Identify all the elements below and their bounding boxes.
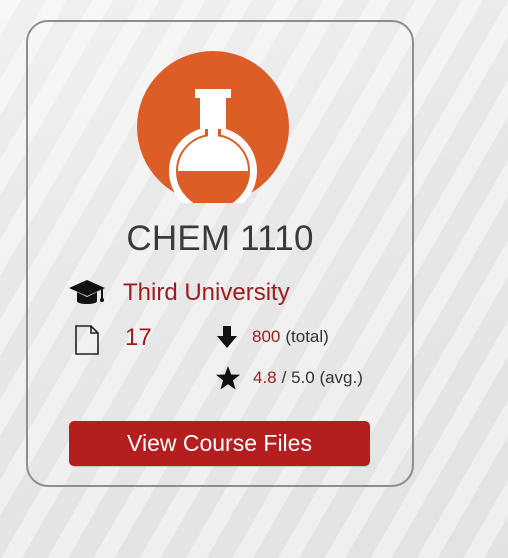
rating-row: 4.8 / 5.0 (avg.) — [215, 364, 363, 392]
graduation-cap-icon — [69, 280, 105, 304]
star-icon — [216, 366, 240, 390]
rating-suffix: / 5.0 (avg.) — [281, 368, 363, 387]
university-name[interactable]: Third University — [123, 279, 290, 307]
course-code: CHEM 1110 — [126, 219, 314, 258]
course-card: CHEM 1110 Third University 17 800 (total… — [26, 20, 414, 487]
view-course-files-button[interactable]: View Course Files — [69, 421, 370, 466]
rating-value: 4.8 — [253, 368, 277, 387]
downloads-suffix: (total) — [285, 327, 329, 346]
download-arrow-icon — [217, 326, 237, 348]
file-icon — [75, 325, 99, 355]
course-logo — [137, 51, 289, 203]
flask-icon — [169, 89, 257, 203]
files-count: 17 — [125, 324, 152, 351]
downloads-value: 800 — [252, 327, 281, 346]
downloads-row: 800 (total) — [215, 324, 329, 350]
university-row: Third University — [68, 273, 290, 313]
